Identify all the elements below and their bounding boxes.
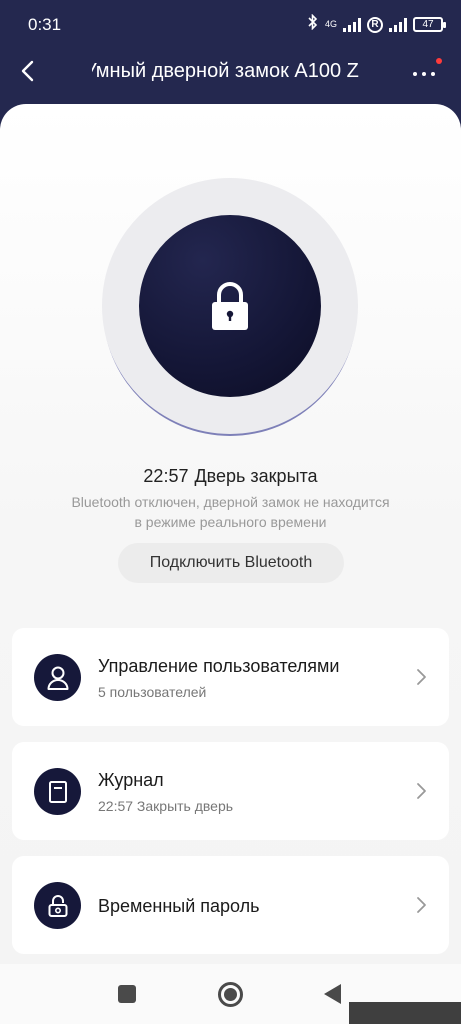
roaming-icon: R [367, 16, 383, 33]
bluetooth-status-text: Bluetooth отключен, дверной замок не нах… [71, 494, 390, 530]
more-options-button[interactable] [409, 58, 443, 88]
lock-button[interactable] [139, 215, 321, 397]
chevron-right-icon [417, 669, 426, 685]
lock-control[interactable] [102, 178, 358, 434]
recent-apps-button[interactable] [118, 985, 136, 1003]
back-triangle-button[interactable] [324, 984, 341, 1004]
padlock-icon [212, 282, 248, 330]
chevron-right-icon [417, 783, 426, 799]
card-subtitle: 5 пользователей [98, 684, 207, 700]
card-title: Журнал [98, 770, 164, 790]
card-title: Временный пароль [98, 896, 260, 916]
status-icons: 4G R 47 [307, 13, 446, 35]
signal-icon-2 [389, 17, 407, 32]
home-button[interactable] [218, 982, 243, 1007]
card-title: Управление пользователями [98, 656, 340, 676]
status-bar: 0:31 4G R 47 [0, 0, 461, 48]
user-management-card[interactable]: Управление пользователями 5 пользователе… [12, 628, 449, 726]
temporary-password-card[interactable]: Временный пароль [12, 856, 449, 954]
more-dots-icon [413, 72, 417, 76]
gesture-strip [349, 1002, 461, 1024]
status-time: 0:31 [28, 15, 62, 34]
network-type-label: 4G [324, 19, 337, 29]
main-panel: 22:57 Дверь закрыта Bluetooth отключен, д… [0, 104, 461, 964]
card-subtitle: 22:57 Закрыть дверь [98, 798, 234, 814]
lock-state: 22:57 Дверь закрыта [0, 466, 461, 487]
page-title: Умный дверной замок A100 Z [92, 60, 359, 82]
battery-icon: 47 [413, 17, 446, 32]
system-navigation-bar [0, 964, 461, 1024]
user-icon [34, 654, 81, 701]
bluetooth-icon [307, 13, 319, 35]
journal-icon [34, 768, 81, 815]
notification-dot [436, 58, 442, 64]
connect-bluetooth-button[interactable]: Подключить Bluetooth [118, 543, 344, 583]
signal-icon [343, 17, 361, 32]
journal-card[interactable]: Журнал 22:57 Закрыть дверь [12, 742, 449, 840]
lock-state-text: Дверь закрыта [194, 466, 318, 486]
lock-password-icon [34, 882, 81, 929]
chevron-left-icon [21, 60, 34, 82]
back-button[interactable] [12, 56, 42, 86]
app-bar: Умный дверной замок A100 Z [0, 48, 461, 98]
chevron-right-icon [417, 897, 426, 913]
lock-state-time: 22:57 [143, 466, 189, 486]
